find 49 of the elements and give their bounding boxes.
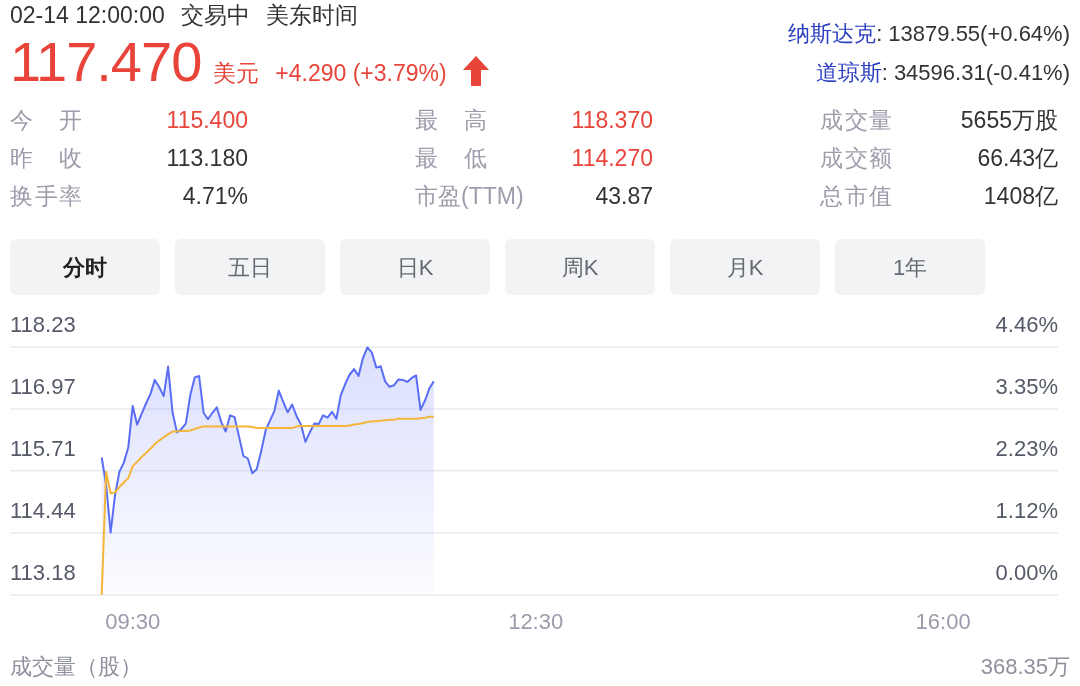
- y-axis-label: 116.97: [10, 373, 76, 399]
- stat-value: 115.400: [166, 105, 248, 135]
- x-axis-label: 09:30: [105, 609, 161, 634]
- price-change: +4.290 (+3.79%): [275, 59, 447, 88]
- stat-label: 成交量: [820, 105, 892, 135]
- stat-value: 5655万股: [960, 105, 1058, 135]
- stat-label: 换手率: [10, 181, 82, 211]
- stat-label: 最 高: [415, 105, 487, 135]
- stat-label: 最 低: [415, 143, 487, 173]
- volume-value: 368.35万: [980, 652, 1070, 681]
- datetime-text: 02-14 12:00:00: [10, 0, 165, 30]
- trading-status: 交易中: [180, 0, 250, 30]
- y-axis-label: 118.23: [10, 312, 76, 337]
- index-name-link[interactable]: 道琼斯: [815, 55, 882, 89]
- stat-label: 今 开: [10, 105, 82, 135]
- percent-axis-label: 0.00%: [995, 560, 1058, 585]
- percent-axis-label: 2.23%: [995, 435, 1058, 461]
- stat-value: 114.270: [571, 143, 653, 173]
- stat-value: 43.87: [595, 181, 653, 211]
- stat-value: 66.43亿: [977, 143, 1058, 173]
- percent-axis-label: 4.46%: [995, 312, 1058, 337]
- y-axis-label: 113.18: [10, 560, 76, 585]
- index-value: : 34596.31(-0.41%): [881, 58, 1070, 87]
- stat-value: 4.71%: [182, 181, 248, 211]
- stat-label: 成交额: [820, 143, 892, 173]
- period-tab[interactable]: 分时: [10, 239, 160, 295]
- timezone-label: 美东时间: [265, 0, 358, 30]
- percent-axis-label: 3.35%: [995, 373, 1058, 399]
- volume-label: 成交量（股）: [10, 652, 142, 681]
- period-tab[interactable]: 五日: [175, 239, 325, 295]
- y-axis-label: 114.44: [10, 498, 76, 524]
- x-axis-label: 12:30: [508, 609, 564, 634]
- percent-axis-label: 1.12%: [995, 498, 1058, 524]
- period-tab[interactable]: 1年: [835, 239, 985, 295]
- stat-value: 118.370: [571, 105, 653, 135]
- stat-label: 市盈(TTM): [415, 181, 524, 211]
- index-name-link[interactable]: 纳斯达克: [788, 16, 877, 50]
- stat-label: 总市值: [820, 181, 892, 211]
- period-tab[interactable]: 周K: [505, 239, 655, 295]
- x-axis-label: 16:00: [915, 609, 971, 634]
- period-tab[interactable]: 日K: [340, 239, 490, 295]
- stat-value: 1408亿: [983, 181, 1058, 211]
- currency-label: 美元: [213, 59, 260, 88]
- price-value: 117.470: [10, 34, 202, 90]
- stat-label: 昨 收: [10, 143, 82, 173]
- period-tab[interactable]: 月K: [670, 239, 820, 295]
- y-axis-label: 115.71: [10, 435, 76, 461]
- index-value: : 13879.55(+0.64%): [876, 19, 1070, 48]
- stat-value: 113.180: [166, 143, 248, 173]
